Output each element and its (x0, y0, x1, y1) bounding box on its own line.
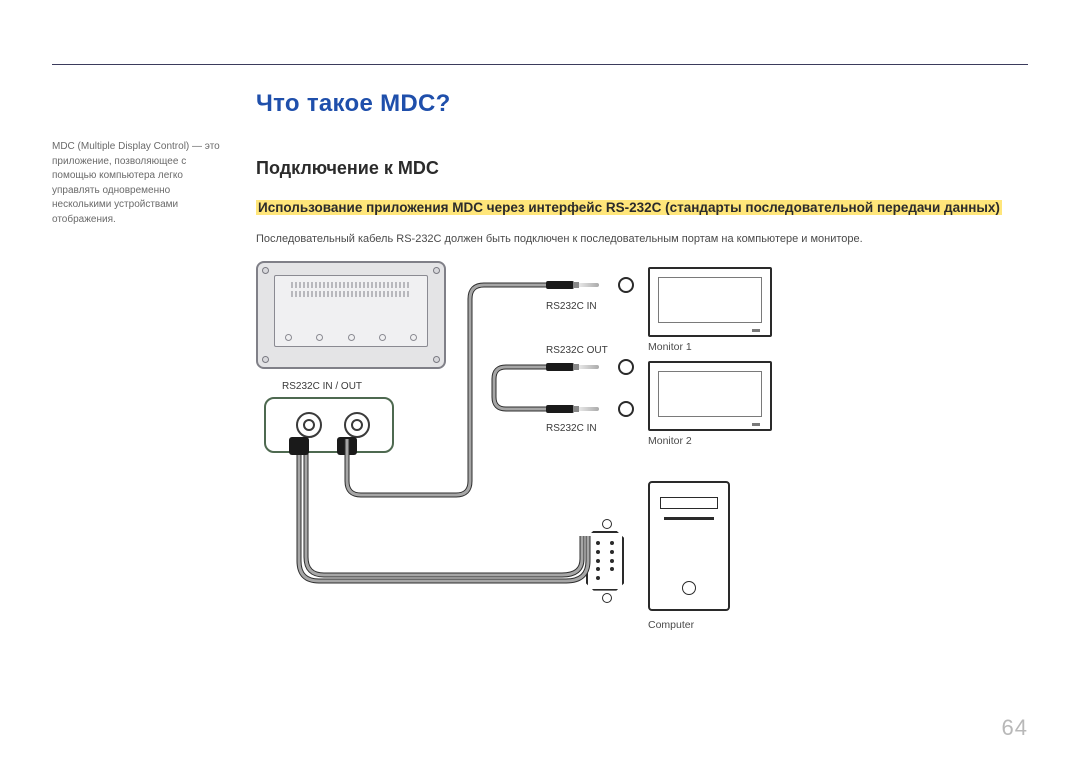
note-text: Последовательный кабель RS-232C должен б… (256, 233, 1028, 245)
sidebar-note: MDC (Multiple Display Control) — это при… (52, 140, 232, 227)
section-title: Подключение к MDC (256, 158, 1028, 179)
highlighted-subtitle: Использование приложения MDC через интер… (256, 197, 1028, 219)
cable-paths (256, 261, 816, 661)
page-number: 64 (1002, 715, 1028, 741)
top-rule (52, 64, 1028, 65)
page-title: Что такое MDC? (256, 90, 1028, 118)
sidebar-text: MDC (Multiple Display Control) — это при… (52, 141, 220, 225)
connection-diagram: RS232C IN / OUT RS232C IN RS232C OUT RS2… (256, 261, 816, 661)
main-content: Что такое MDC? Подключение к MDC Использ… (256, 90, 1028, 661)
highlight-text: Использование приложения MDC через интер… (256, 200, 1002, 215)
